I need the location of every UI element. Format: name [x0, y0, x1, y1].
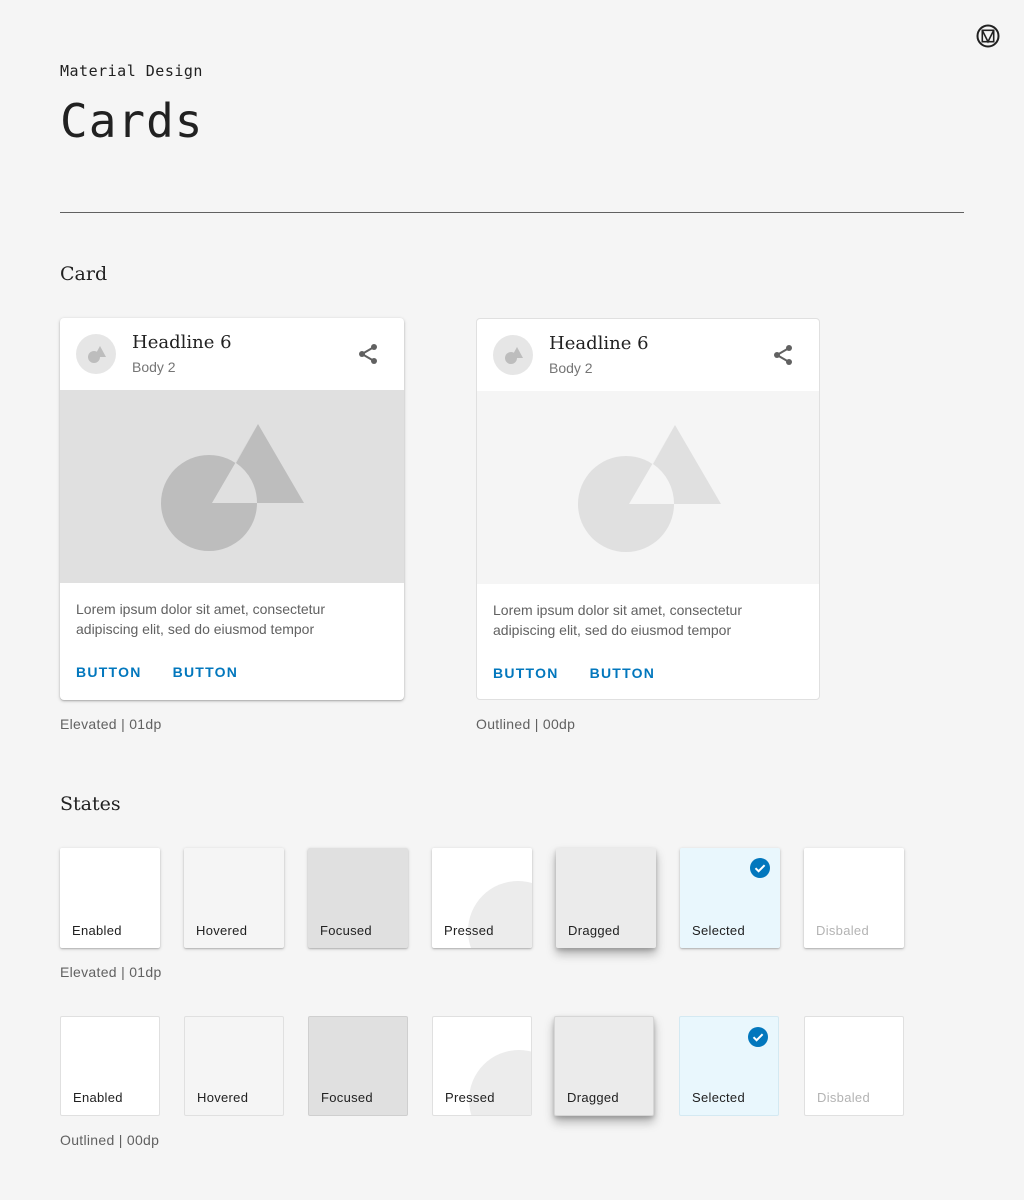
- card-actions: BUTTON BUTTON: [76, 664, 238, 680]
- state-label: Dragged: [567, 1090, 619, 1105]
- card-header: Headline 6 Body 2: [60, 318, 404, 390]
- state-label: Hovered: [197, 1090, 249, 1105]
- caption-outlined-card: Outlined | 00dp: [476, 716, 576, 732]
- state-card-dragged[interactable]: Dragged: [556, 848, 656, 948]
- media-placeholder-image: [161, 424, 304, 551]
- state-label: Selected: [692, 1090, 745, 1105]
- state-card-pressed[interactable]: Pressed: [432, 848, 532, 948]
- state-label: Disbaled: [816, 923, 869, 938]
- state-card-disabled: Disbaled: [804, 848, 904, 948]
- state-label: Hovered: [196, 923, 248, 938]
- state-label: Selected: [692, 923, 745, 938]
- state-card-enabled[interactable]: Enabled: [60, 1016, 160, 1116]
- check-circle-icon: [748, 1027, 768, 1047]
- state-label: Enabled: [72, 923, 122, 938]
- state-card-disabled: Disbaled: [804, 1016, 904, 1116]
- card-subhead: Body 2: [549, 360, 593, 376]
- card-header: Headline 6 Body 2: [477, 319, 819, 391]
- state-card-pressed[interactable]: Pressed: [432, 1016, 532, 1116]
- card-elevated[interactable]: Headline 6 Body 2 Lorem ipsum dolor sit …: [60, 318, 404, 700]
- caption-states-elevated: Elevated | 01dp: [60, 964, 162, 980]
- card-headline: Headline 6: [549, 333, 649, 354]
- shapes-thumbnail-icon: [88, 346, 106, 363]
- state-label: Focused: [321, 1090, 373, 1105]
- card-action-button-1[interactable]: BUTTON: [76, 664, 142, 680]
- page-title: Cards: [60, 94, 204, 148]
- state-card-focused[interactable]: Focused: [308, 1016, 408, 1116]
- card-outlined[interactable]: Headline 6 Body 2 Lorem ipsum dolor sit …: [476, 318, 820, 700]
- check-circle-icon: [750, 858, 770, 878]
- media-placeholder-image: [578, 425, 721, 552]
- caption-elevated-card: Elevated | 01dp: [60, 716, 162, 732]
- card-supporting-text: Lorem ipsum dolor sit amet, consectetur …: [493, 602, 742, 638]
- card-media: [60, 390, 404, 583]
- state-card-enabled[interactable]: Enabled: [60, 848, 160, 948]
- shapes-thumbnail-icon: [505, 347, 523, 364]
- section-title-states: States: [60, 793, 121, 815]
- state-card-hovered[interactable]: Hovered: [184, 1016, 284, 1116]
- section-title-card: Card: [60, 263, 108, 285]
- header-divider: [60, 212, 964, 213]
- state-card-dragged[interactable]: Dragged: [554, 1016, 654, 1116]
- state-label: Dragged: [568, 923, 620, 938]
- state-label: Focused: [320, 923, 372, 938]
- card-subhead: Body 2: [132, 359, 176, 375]
- state-card-selected[interactable]: Selected: [680, 848, 780, 948]
- state-label: Pressed: [445, 1090, 495, 1105]
- state-card-hovered[interactable]: Hovered: [184, 848, 284, 948]
- material-logo-icon: [976, 24, 1000, 48]
- card-headline: Headline 6: [132, 332, 232, 353]
- card-action-button-2[interactable]: BUTTON: [173, 664, 239, 680]
- state-card-focused[interactable]: Focused: [308, 848, 408, 948]
- card-action-button-1[interactable]: BUTTON: [493, 665, 559, 681]
- press-ripple: [469, 1050, 531, 1115]
- card-media: [477, 391, 819, 584]
- state-card-selected[interactable]: Selected: [679, 1016, 779, 1116]
- state-label: Pressed: [444, 923, 494, 938]
- caption-states-outlined: Outlined | 00dp: [60, 1132, 160, 1148]
- share-icon[interactable]: [771, 343, 795, 367]
- card-supporting-text: Lorem ipsum dolor sit amet, consectetur …: [76, 601, 325, 637]
- card-actions: BUTTON BUTTON: [493, 665, 655, 681]
- share-icon[interactable]: [356, 342, 380, 366]
- state-label: Disbaled: [817, 1090, 870, 1105]
- page-overline: Material Design: [60, 62, 203, 80]
- avatar: [76, 334, 116, 374]
- avatar: [493, 335, 533, 375]
- card-action-button-2[interactable]: BUTTON: [590, 665, 656, 681]
- state-label: Enabled: [73, 1090, 123, 1105]
